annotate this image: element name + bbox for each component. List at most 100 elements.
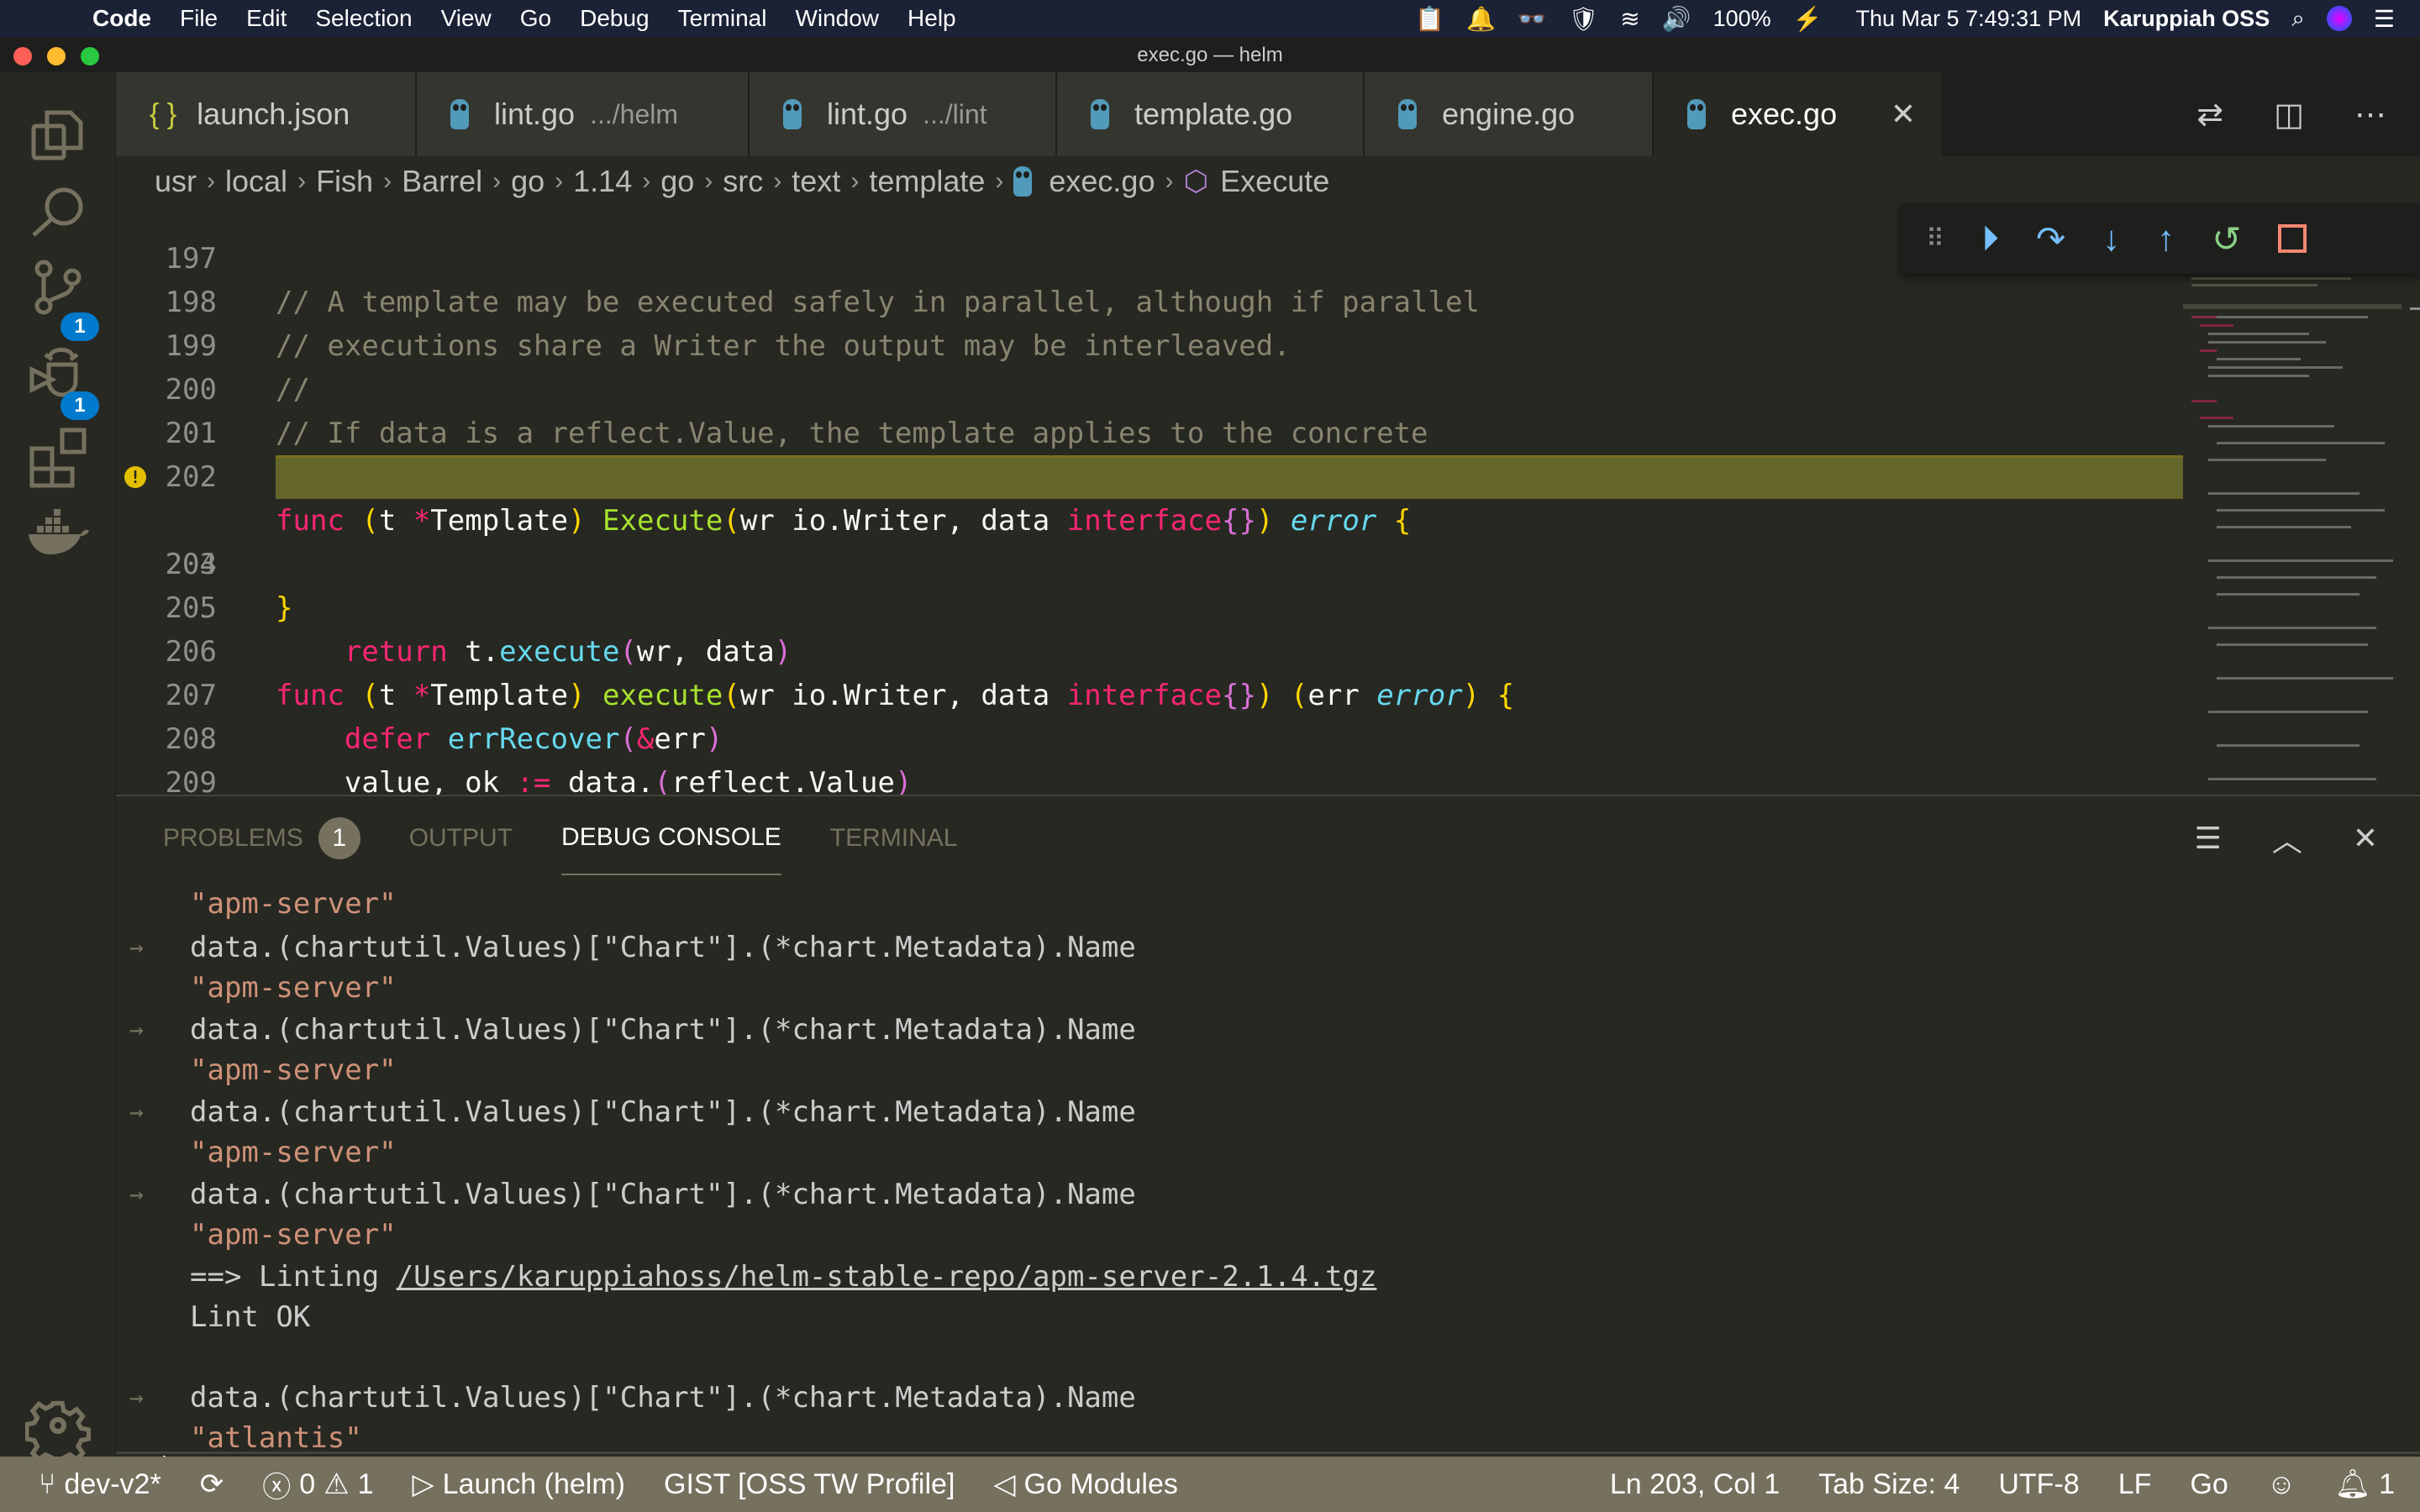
clear-console-icon[interactable]: ☰	[2195, 821, 2222, 856]
encoding[interactable]: UTF-8	[1998, 1468, 2079, 1501]
tab-problems[interactable]: PROBLEMS 1	[163, 817, 360, 859]
notification-count: 1	[2379, 1468, 2395, 1500]
breadcrumb-item[interactable]: exec.go	[1049, 164, 1155, 199]
chevron-right-icon: ›	[850, 167, 860, 195]
breadcrumb-item[interactable]: usr	[155, 164, 197, 199]
minimize-window-button[interactable]	[47, 47, 66, 66]
breadcrumb-item[interactable]: src	[723, 164, 763, 199]
glasses-icon[interactable]: 👓	[1518, 5, 1547, 33]
breakpoint-warning-icon[interactable]: !	[124, 466, 146, 488]
end-of-line[interactable]: LF	[2118, 1468, 2152, 1501]
tab-size[interactable]: Tab Size: 4	[1818, 1468, 1960, 1501]
clipboard-icon[interactable]: 📋	[1415, 5, 1444, 33]
tab-template-go[interactable]: template.go	[1057, 72, 1365, 156]
notification-bell-icon[interactable]: 🔔	[1466, 5, 1496, 33]
menu-help[interactable]: Help	[908, 5, 956, 32]
drag-handle-icon[interactable]: ⠿	[1926, 224, 1944, 254]
step-over-icon[interactable]: ↷	[2036, 218, 2065, 260]
tab-exec-go[interactable]: exec.go ✕	[1654, 72, 1943, 156]
debug-console-output[interactable]: "apm-server" → data.(chartutil.Values)["…	[116, 884, 2420, 1455]
close-panel-icon[interactable]: ✕	[2353, 821, 2378, 856]
docker-icon[interactable]	[25, 501, 91, 566]
tab-label: exec.go	[1731, 97, 1838, 131]
json-icon: { }	[150, 97, 177, 130]
datetime[interactable]: Thu Mar 5 7:49:31 PM	[1856, 6, 2082, 32]
megaphone-icon: ◁	[993, 1468, 1016, 1500]
tab-launch-json[interactable]: { } launch.json	[116, 72, 417, 156]
siri-icon[interactable]	[2326, 6, 2352, 31]
user-name[interactable]: Karuppiah OSS	[2103, 6, 2270, 32]
menu-debug[interactable]: Debug	[580, 5, 650, 32]
breadcrumb-item[interactable]: go	[660, 164, 694, 199]
gist-profile[interactable]: GIST [OSS TW Profile]	[664, 1468, 955, 1501]
breadcrumb-item[interactable]: text	[792, 164, 840, 199]
tab-label: lint.go	[827, 97, 908, 131]
close-tab-icon[interactable]: ✕	[1891, 97, 1916, 132]
close-window-button[interactable]	[13, 47, 32, 66]
step-into-icon[interactable]: ↓	[2102, 218, 2120, 259]
breadcrumb-item[interactable]: go	[511, 164, 544, 199]
restart-icon[interactable]: ↺	[2212, 218, 2241, 260]
problems-summary[interactable]: ⓧ 0 ⚠ 1	[262, 1464, 373, 1505]
step-out-icon[interactable]: ↑	[2157, 218, 2175, 259]
breadcrumb-item[interactable]: 1.14	[573, 164, 632, 199]
menu-edit[interactable]: Edit	[246, 5, 287, 32]
input-arrow-icon: →	[129, 1098, 144, 1126]
sync-icon[interactable]: ⟳	[200, 1467, 224, 1501]
tab-terminal[interactable]: TERMINAL	[830, 824, 958, 853]
stop-icon[interactable]	[2278, 224, 2307, 253]
menu-file[interactable]: File	[180, 5, 218, 32]
language-mode[interactable]: Go	[2190, 1468, 2228, 1501]
menu-app-code[interactable]: Code	[92, 5, 151, 32]
shield-s-icon[interactable]: 🛡	[1569, 5, 1599, 33]
explorer-icon[interactable]	[25, 106, 91, 171]
file-link[interactable]: /Users/karuppiahoss/helm-stable-repo/apm…	[397, 1260, 1377, 1294]
notifications[interactable]: 🔔︎ 1	[2334, 1467, 2395, 1501]
menu-window[interactable]: Window	[795, 5, 879, 32]
console-output: ==> Linting /Users/karuppiahoss/helm-sta…	[190, 1257, 1376, 1297]
git-branch[interactable]: ⑂ dev-v2*	[39, 1468, 161, 1501]
menu-terminal[interactable]: Terminal	[678, 5, 767, 32]
go-modules[interactable]: ◁ Go Modules	[993, 1467, 1177, 1501]
tab-debug-console[interactable]: DEBUG CONSOLE	[561, 801, 781, 875]
more-actions-icon[interactable]: ⋯	[2354, 96, 2386, 134]
output-prefix: ==> Linting	[190, 1260, 397, 1294]
feedback-icon[interactable]: ☺	[2267, 1468, 2296, 1501]
launch-config[interactable]: ▷ Launch (helm)	[413, 1467, 626, 1501]
console-input: data.(chartutil.Values)["Chart"].(*chart…	[190, 1013, 1136, 1047]
volume-icon[interactable]: 🔊	[1662, 5, 1691, 33]
breadcrumb-item[interactable]: Execute	[1220, 164, 1329, 199]
tab-lint-go-lint[interactable]: lint.go .../lint	[750, 72, 1057, 156]
tab-label: engine.go	[1442, 97, 1576, 131]
breadcrumb-item[interactable]: local	[225, 164, 287, 199]
maximize-panel-icon[interactable]: ︿	[2272, 816, 2302, 860]
settings-gear-icon[interactable]	[24, 1393, 92, 1468]
tab-label: launch.json	[197, 97, 350, 131]
warning-icon: ⚠	[324, 1468, 350, 1500]
zoom-window-button[interactable]	[81, 47, 99, 66]
open-changes-icon[interactable]: ⇄	[2196, 96, 2223, 134]
bell-icon: 🔔︎	[2334, 1468, 2371, 1500]
spotlight-search-icon[interactable]: ⌕	[2291, 5, 2305, 33]
split-editor-icon[interactable]: ◫	[2274, 96, 2304, 134]
window-title: exec.go — helm	[1137, 44, 1283, 66]
breadcrumb-item[interactable]: template	[869, 164, 985, 199]
menu-view[interactable]: View	[441, 5, 492, 32]
extensions-icon[interactable]	[25, 425, 91, 491]
menu-go[interactable]: Go	[520, 5, 551, 32]
tab-output[interactable]: OUTPUT	[409, 824, 513, 853]
breadcrumb-item[interactable]: Fish	[316, 164, 373, 199]
code-editor[interactable]: 197 // A template may be executed safely…	[116, 207, 2420, 795]
breadcrumb-item[interactable]: Barrel	[402, 164, 482, 199]
tab-engine-go[interactable]: engine.go	[1365, 72, 1654, 156]
input-arrow-icon: →	[129, 1383, 144, 1411]
wifi-icon[interactable]: ≋	[1620, 5, 1639, 33]
battery-charging-icon[interactable]: ⚡	[1793, 5, 1823, 33]
menu-selection[interactable]: Selection	[315, 5, 412, 32]
minimap[interactable]	[2183, 207, 2420, 795]
continue-icon[interactable]: ⏵	[1981, 218, 1999, 260]
cursor-position[interactable]: Ln 203, Col 1	[1610, 1468, 1780, 1501]
tab-lint-go-helm[interactable]: lint.go .../helm	[417, 72, 750, 156]
search-icon[interactable]	[25, 181, 91, 247]
notification-center-icon[interactable]: ☰	[2374, 5, 2395, 33]
